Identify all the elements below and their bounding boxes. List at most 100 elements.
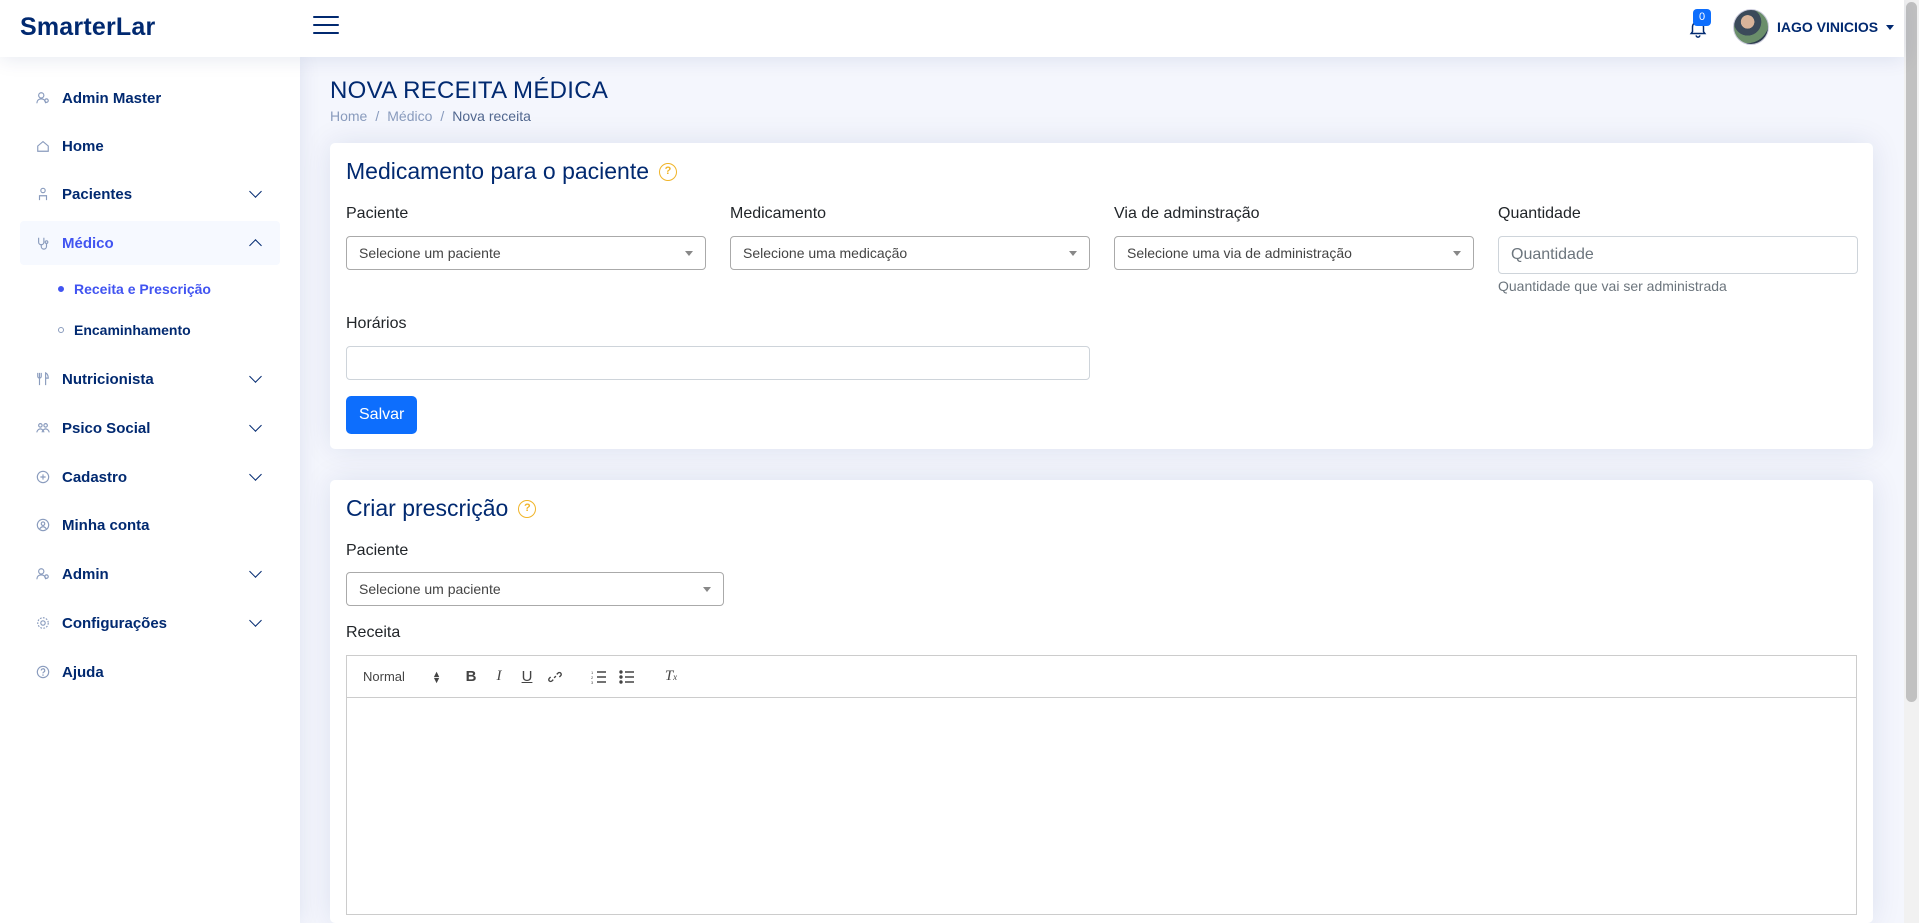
- sidebar-item-label: Minha conta: [62, 516, 150, 534]
- sidebar-item-label: Home: [62, 137, 104, 155]
- format-select-value: Normal: [363, 669, 405, 684]
- caret-down-icon: [1886, 24, 1895, 30]
- sidebar-item-label: Ajuda: [62, 663, 104, 681]
- sidebar-item-psico-social[interactable]: Psico Social: [20, 406, 280, 450]
- editor-toolbar: Normal ▲ ▼ B I U 123 Tx: [347, 656, 1856, 698]
- sidebar-subitem-label: Encaminhamento: [74, 322, 191, 338]
- sidebar-item-label: Pacientes: [62, 185, 133, 203]
- avatar: [1733, 9, 1769, 45]
- sidebar-item-pacientes[interactable]: Pacientes: [20, 172, 280, 216]
- chevron-down-icon: [249, 185, 262, 198]
- sidebar-subitem-receita[interactable]: Receita e Prescrição: [58, 281, 211, 297]
- page-title: NOVA RECEITA MÉDICA: [330, 77, 609, 104]
- cutlery-icon: [37, 372, 49, 386]
- bullet-icon: [58, 327, 64, 333]
- sidebar-item-home[interactable]: Home: [20, 124, 280, 168]
- sidebar-item-label: Cadastro: [62, 468, 128, 486]
- user-admin-icon: [36, 92, 49, 104]
- plus-circle-icon: [36, 470, 50, 484]
- link-icon[interactable]: [541, 665, 569, 689]
- medicamento-label: Medicamento: [730, 205, 827, 222]
- home-icon: [37, 140, 49, 152]
- user-circle-icon: [36, 518, 50, 532]
- top-header: SmarterLar 0 IAGO VINICIOS: [0, 0, 1904, 57]
- editor-content[interactable]: [347, 698, 1856, 915]
- sidebar-item-label: Admin: [62, 565, 109, 583]
- paciente-select[interactable]: Selecione um paciente: [346, 572, 724, 606]
- medicamento-select[interactable]: Selecione uma medicação: [730, 236, 1090, 270]
- bullet-list-icon[interactable]: [613, 665, 641, 689]
- sidebar-item-configuracoes[interactable]: Configurações: [20, 601, 280, 645]
- sidebar-item-ajuda[interactable]: Ajuda: [20, 650, 280, 694]
- quantidade-input[interactable]: [1498, 236, 1858, 274]
- app-logo[interactable]: SmarterLar: [20, 13, 155, 42]
- chevron-down-icon: [249, 370, 262, 383]
- horarios-label: Horários: [346, 315, 407, 332]
- via-select[interactable]: Selecione uma via de administração: [1114, 236, 1474, 270]
- people-icon: [36, 423, 50, 433]
- card-title-text: Medicamento para o paciente: [346, 158, 650, 184]
- breadcrumb-home[interactable]: Home: [330, 108, 367, 124]
- underline-icon[interactable]: U: [513, 665, 541, 689]
- sidebar-item-admin[interactable]: Admin: [20, 552, 280, 596]
- user-admin-icon: [36, 568, 49, 580]
- receita-label: Receita: [346, 624, 401, 641]
- profile-menu[interactable]: IAGO VINICIOS: [1733, 9, 1895, 45]
- sidebar-item-medico[interactable]: Médico: [20, 221, 280, 265]
- sidebar-subitem-label: Receita e Prescrição: [74, 281, 211, 297]
- sort-arrows-icon: ▲ ▼: [432, 668, 441, 685]
- bullet-icon: [58, 286, 64, 292]
- help-icon[interactable]: ?: [518, 499, 537, 518]
- breadcrumb-current: Nova receita: [452, 108, 531, 124]
- prescription-card: Criar prescrição ? Paciente Selecione um…: [330, 480, 1873, 923]
- medication-card: Medicamento para o paciente ? Paciente S…: [330, 143, 1873, 449]
- sidebar-item-label: Nutricionista: [62, 370, 154, 388]
- stethoscope-icon: [38, 237, 49, 250]
- horarios-input[interactable]: [346, 346, 1090, 380]
- patient-icon: [38, 187, 48, 201]
- svg-text:3: 3: [591, 680, 594, 684]
- format-select[interactable]: Normal ▲ ▼: [363, 669, 457, 684]
- menu-toggle-icon[interactable]: [313, 16, 339, 38]
- breadcrumb-separator: /: [440, 108, 445, 124]
- paciente-select[interactable]: Selecione um paciente: [346, 236, 706, 270]
- scrollbar-thumb[interactable]: [1906, 2, 1917, 702]
- chevron-down-icon: [249, 565, 262, 578]
- gear-icon: [37, 617, 49, 629]
- paciente-label: Paciente: [346, 205, 409, 222]
- rich-text-editor: Normal ▲ ▼ B I U 123 Tx: [346, 655, 1857, 915]
- notification-badge: 0: [1693, 9, 1711, 26]
- page-scrollbar[interactable]: [1904, 0, 1919, 923]
- chevron-down-icon: [249, 419, 262, 432]
- ordered-list-icon[interactable]: 123: [585, 665, 613, 689]
- sidebar-item-label: Médico: [62, 234, 114, 252]
- help-icon[interactable]: ?: [659, 162, 678, 181]
- question-circle-icon: [36, 665, 50, 679]
- chevron-down-icon: [249, 468, 262, 481]
- card-title: Criar prescrição ?: [346, 495, 537, 522]
- via-label: Via de adminstração: [1114, 205, 1260, 222]
- sidebar-item-minha-conta[interactable]: Minha conta: [20, 503, 280, 547]
- breadcrumb-separator: /: [375, 108, 380, 124]
- paciente-label: Paciente: [346, 542, 409, 559]
- card-title: Medicamento para o paciente ?: [346, 158, 678, 185]
- sidebar: Admin Master Home Pacientes Médico Recei…: [0, 57, 300, 923]
- sidebar-item-admin-master[interactable]: Admin Master: [20, 76, 280, 120]
- save-button[interactable]: Salvar: [346, 396, 418, 434]
- italic-icon[interactable]: I: [485, 665, 513, 689]
- breadcrumb-medico[interactable]: Médico: [387, 108, 432, 124]
- clear-format-icon[interactable]: Tx: [657, 665, 685, 689]
- bold-icon[interactable]: B: [457, 665, 485, 689]
- profile-name: IAGO VINICIOS: [1777, 19, 1879, 35]
- quantidade-label: Quantidade: [1498, 205, 1581, 222]
- sidebar-item-nutricionista[interactable]: Nutricionista: [20, 357, 280, 401]
- sidebar-item-label: Psico Social: [62, 419, 151, 437]
- sidebar-subitem-encaminhamento[interactable]: Encaminhamento: [58, 322, 191, 338]
- sidebar-item-cadastro[interactable]: Cadastro: [20, 455, 280, 499]
- card-title-text: Criar prescrição: [346, 495, 509, 521]
- sidebar-item-label: Configurações: [62, 614, 168, 632]
- chevron-up-icon: [249, 239, 262, 252]
- sidebar-item-label: Admin Master: [62, 89, 162, 107]
- breadcrumb: Home / Médico / Nova receita: [330, 108, 531, 124]
- quantidade-help: Quantidade que vai ser administrada: [1498, 278, 1727, 294]
